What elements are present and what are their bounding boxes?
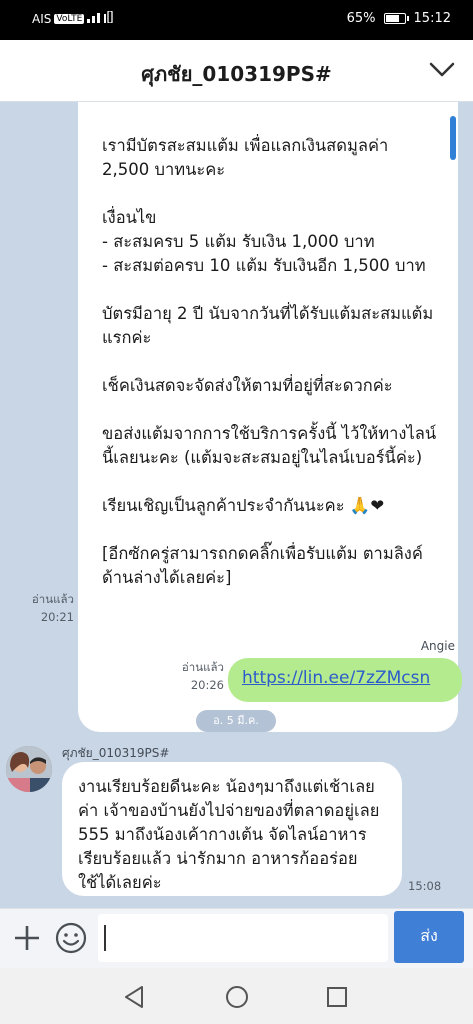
date-divider: อ. 5 มี.ค. [196,710,276,732]
carrier-label: AIS [32,11,52,26]
sender-name: ศุภชัย_010319PS# [62,746,170,760]
home-icon[interactable] [224,984,250,1010]
chat-area[interactable]: เรามีบัตรสะสมแต้ม เพื่อแลกเงินสดมูลค่า 2… [0,102,473,908]
read-label: อ่านแล้ว [181,660,224,674]
status-bar: AIS VoLTE 65% 15:12 [0,0,473,40]
battery-icon [383,13,409,24]
message-time: 20:21 [40,610,74,624]
plus-icon[interactable] [12,923,42,953]
read-receipt: อ่านแล้ว 20:21 [20,590,74,626]
message-paragraph: บัตรมีอายุ 2 ปี นับจากวันที่ได้รับแต้มสะ… [102,304,434,347]
chevron-down-icon[interactable] [427,54,457,84]
battery-percent: 65% [346,11,376,26]
sender-name: Angie [420,639,455,653]
message-bubble-incoming[interactable]: เรามีบัตรสะสมแต้ม เพื่อแลกเงินสดมูลค่า 2… [78,102,458,732]
message-time: 15:08 [408,879,442,893]
message-paragraph: เรามีบัตรสะสมแต้ม เพื่อแลกเงินสดมูลค่า 2… [102,136,389,179]
read-label: อ่านแล้ว [31,592,74,606]
chat-header: ศุภชัย_010319PS# [0,40,473,102]
send-button[interactable]: ส่ง [394,911,464,963]
back-icon[interactable] [122,984,148,1010]
message-link[interactable]: https://lin.ee/7zZMcsn [228,658,462,702]
chat-title: ศุภชัย_010319PS# [141,62,332,86]
scrollbar[interactable] [450,116,456,160]
message-paragraph: เงื่อนไข - สะสมครบ 5 แต้ม รับเงิน 1,000 … [102,208,426,275]
emoji-icon[interactable] [54,921,88,955]
navigation-bar [0,968,473,1024]
input-bar: ส่ง [0,908,473,968]
message-paragraph: เรียนเชิญเป็นลูกค้าประจำกันนะคะ 🙏❤ [102,496,385,515]
message-bubble-incoming[interactable]: งานเรียบร้อยดีนะคะ น้องๆมาถึงแต่เช้าเลยค… [62,762,402,896]
volte-badge: VoLTE [54,13,85,24]
status-right: 65% 15:12 [347,11,451,26]
message-paragraph: ขอส่งแต้มจากการใช้บริการครั้งนี้ ไว้ให้ท… [102,424,437,467]
read-receipt: อ่านแล้ว 20:26 [164,658,224,694]
text-caret [104,925,106,951]
message-input[interactable] [98,914,388,962]
message-paragraph: เช็คเงินสดจะจัดส่งให้ตามที่อยู่ที่สะดวกค… [102,376,393,395]
avatar[interactable] [6,746,52,792]
status-time: 15:12 [413,11,451,26]
battery-fill [385,15,399,22]
recent-apps-icon[interactable] [324,984,350,1010]
status-left: AIS VoLTE [32,10,113,26]
message-time: 20:26 [190,678,224,692]
signal-icon [87,10,113,26]
message-paragraph: [อีกซักครู่สามารถกดคลิ๊กเพื่อรับแต้ม ตาม… [102,544,423,587]
